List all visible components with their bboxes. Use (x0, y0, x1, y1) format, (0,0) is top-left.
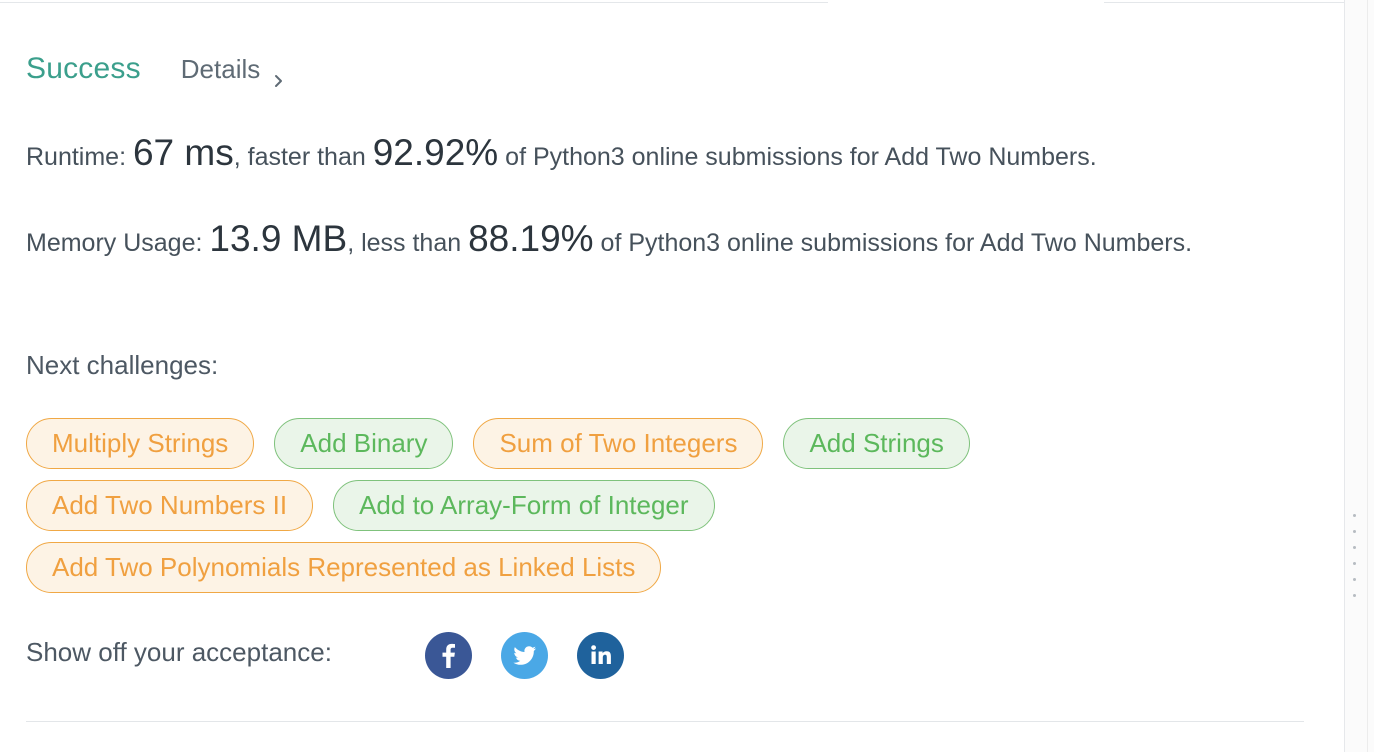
chevron-right-icon (272, 64, 286, 87)
side-pane-strip (1345, 0, 1374, 752)
side-pane-divider (1367, 0, 1368, 752)
memory-value: 13.9 MB (209, 218, 348, 259)
next-challenges-label: Next challenges: (26, 350, 219, 380)
facebook-share-button[interactable] (425, 632, 472, 679)
details-link[interactable]: Details (180, 54, 286, 87)
twitter-share-button[interactable] (501, 632, 548, 679)
challenge-tag-add-to-array-form[interactable]: Add to Array-Form of Integer (333, 480, 715, 531)
status-success-label: Success (26, 52, 141, 85)
runtime-suffix: of Python3 online submissions for Add Tw… (498, 143, 1097, 171)
twitter-icon (513, 646, 536, 665)
runtime-percent: 92.92% (372, 132, 499, 173)
runtime-stat: Runtime: 67 ms, faster than 92.92% of Py… (26, 132, 1266, 178)
challenge-tag-add-two-polynomials[interactable]: Add Two Polynomials Represented as Linke… (26, 542, 662, 593)
runtime-mid: , faster than (233, 143, 373, 171)
memory-percent: 88.19% (468, 218, 594, 259)
linkedin-share-button[interactable] (577, 632, 624, 679)
next-challenges-list: Multiply Strings Add Binary Sum of Two I… (26, 418, 1086, 593)
challenge-tag-multiply-strings[interactable]: Multiply Strings (26, 418, 255, 469)
challenge-tag-add-binary[interactable]: Add Binary (274, 418, 454, 469)
memory-stat: Memory Usage: 13.9 MB, less than 88.19% … (26, 218, 1266, 264)
runtime-prefix: Runtime: (26, 143, 133, 171)
memory-suffix: of Python3 online submissions for Add Tw… (593, 229, 1193, 257)
runtime-value: 67 ms (132, 132, 234, 173)
top-divider (1104, 2, 1344, 3)
memory-prefix: Memory Usage: (26, 229, 210, 257)
challenge-tag-add-strings[interactable]: Add Strings (783, 418, 970, 469)
memory-mid: , less than (347, 229, 469, 257)
top-divider (0, 2, 828, 3)
bottom-divider (26, 721, 1304, 722)
pane-resize-handle[interactable] (1353, 514, 1357, 610)
share-label: Show off your acceptance: (26, 637, 332, 667)
status-row: Success Details (26, 52, 286, 87)
linkedin-icon (591, 645, 611, 664)
challenge-tag-sum-of-two-integers[interactable]: Sum of Two Integers (473, 418, 764, 469)
facebook-icon (442, 643, 455, 668)
details-label: Details (180, 54, 261, 84)
challenge-tag-add-two-numbers-ii[interactable]: Add Two Numbers II (26, 480, 314, 531)
